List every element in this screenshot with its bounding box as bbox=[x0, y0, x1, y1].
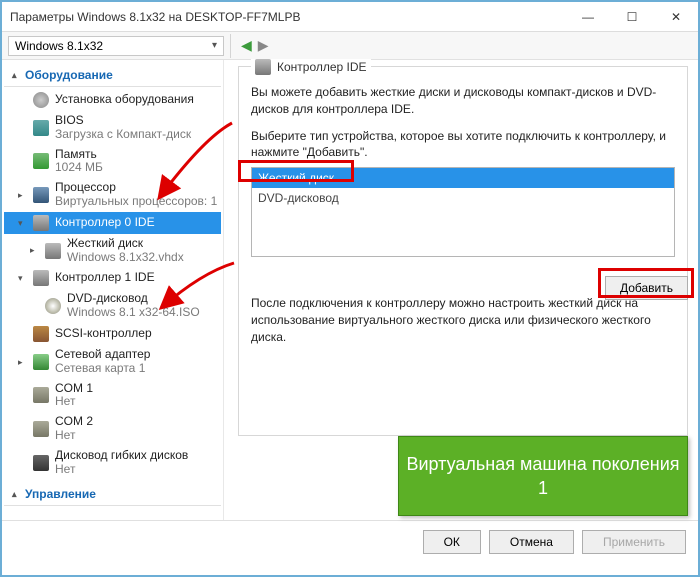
node-label: DVD-дисковод bbox=[67, 291, 148, 305]
ide-icon bbox=[33, 215, 49, 231]
window-title: Параметры Windows 8.1x32 на DESKTOP-FF7M… bbox=[10, 10, 300, 24]
apply-button[interactable]: Применить bbox=[582, 530, 686, 554]
node-sublabel: Нет bbox=[55, 463, 188, 477]
expand-icon[interactable]: ▸ bbox=[18, 357, 27, 367]
annotation-box-hdd bbox=[238, 160, 354, 182]
detail-panel: Контроллер IDE Вы можете добавить жестки… bbox=[224, 60, 698, 520]
node-sublabel: Сетевая карта 1 bbox=[55, 362, 150, 376]
ide-icon bbox=[33, 270, 49, 286]
expand-icon[interactable]: ▸ bbox=[18, 190, 27, 200]
collapse-icon: ▴ bbox=[12, 70, 21, 81]
dvd-icon bbox=[45, 298, 61, 314]
node-label: Сетевой адаптер bbox=[55, 347, 150, 361]
bios-icon bbox=[33, 120, 49, 136]
node-label: Процессор bbox=[55, 180, 116, 194]
body: ▴ Оборудование Установка оборудования BI… bbox=[2, 60, 698, 520]
node-memory[interactable]: Память 1024 МБ bbox=[4, 145, 221, 179]
hardware-icon bbox=[33, 92, 49, 108]
node-label: Установка оборудования bbox=[55, 93, 194, 107]
node-sublabel: Виртуальных процессоров: 1 bbox=[55, 195, 217, 209]
description-2: Выберите тип устройства, которое вы хоти… bbox=[251, 128, 675, 162]
node-label: Жесткий диск bbox=[67, 236, 143, 250]
node-ide0-hdd[interactable]: ▸ Жесткий диск Windows 8.1x32.vhdx bbox=[4, 234, 221, 268]
node-ide1-dvd[interactable]: DVD-дисковод Windows 8.1 x32-64.ISO bbox=[4, 289, 221, 323]
hint-text: После подключения к контроллеру можно на… bbox=[251, 295, 675, 345]
generation-callout: Виртуальная машина поколения 1 bbox=[398, 436, 688, 516]
collapse-icon: ▴ bbox=[12, 489, 21, 500]
vm-selector[interactable]: Windows 8.1x32 ▾ bbox=[8, 36, 224, 56]
fieldset-legend: Контроллер IDE bbox=[251, 59, 371, 75]
hdd-icon bbox=[45, 243, 61, 259]
dialog-buttons: ОК Отмена Применить bbox=[2, 520, 698, 562]
close-button[interactable]: ✕ bbox=[654, 2, 698, 32]
memory-icon bbox=[33, 153, 49, 169]
toolbar: Windows 8.1x32 ▾ ◀ ▶ bbox=[2, 32, 698, 60]
floppy-icon bbox=[33, 455, 49, 471]
fieldset: Контроллер IDE Вы можете добавить жестки… bbox=[238, 66, 688, 436]
titlebar: Параметры Windows 8.1x32 на DESKTOP-FF7M… bbox=[2, 2, 698, 32]
window-buttons: — ☐ ✕ bbox=[566, 2, 698, 32]
ok-button[interactable]: ОК bbox=[423, 530, 481, 554]
node-label: Дисковод гибких дисков bbox=[55, 448, 188, 462]
node-label: BIOS bbox=[55, 113, 84, 127]
section-hardware[interactable]: ▴ Оборудование bbox=[4, 64, 221, 87]
node-floppy[interactable]: Дисковод гибких дисков Нет bbox=[4, 446, 221, 480]
chevron-down-icon: ▾ bbox=[212, 40, 217, 51]
maximize-button[interactable]: ☐ bbox=[610, 2, 654, 32]
node-sublabel: Нет bbox=[55, 429, 93, 443]
node-sublabel: Windows 8.1 x32-64.ISO bbox=[67, 306, 200, 320]
node-net[interactable]: ▸ Сетевой адаптер Сетевая карта 1 bbox=[4, 345, 221, 379]
node-scsi[interactable]: SCSI-контроллер bbox=[4, 323, 221, 345]
node-ide0[interactable]: ▾ Контроллер 0 IDE bbox=[4, 212, 221, 234]
nav-back-icon[interactable]: ◀ bbox=[241, 37, 252, 54]
ide-icon bbox=[255, 59, 271, 75]
description-1: Вы можете добавить жесткие диски и диско… bbox=[251, 84, 675, 118]
vm-selector-label: Windows 8.1x32 bbox=[15, 39, 103, 53]
node-label: Память bbox=[55, 147, 97, 161]
com-icon bbox=[33, 387, 49, 403]
annotation-box-add bbox=[598, 268, 694, 298]
node-label: Контроллер 0 IDE bbox=[55, 216, 155, 230]
node-bios[interactable]: BIOS Загрузка с Компакт-диск bbox=[4, 111, 221, 145]
collapse-icon[interactable]: ▾ bbox=[18, 218, 27, 228]
section-management-label: Управление bbox=[25, 487, 96, 501]
section-hardware-label: Оборудование bbox=[25, 68, 113, 82]
node-ide1[interactable]: ▾ Контроллер 1 IDE bbox=[4, 267, 221, 289]
com-icon bbox=[33, 421, 49, 437]
collapse-icon[interactable]: ▾ bbox=[18, 273, 27, 283]
expand-icon[interactable]: ▸ bbox=[30, 245, 39, 255]
option-dvd[interactable]: DVD-дисковод bbox=[252, 188, 674, 208]
nav-forward-icon[interactable]: ▶ bbox=[258, 37, 269, 54]
node-cpu[interactable]: ▸ Процессор Виртуальных процессоров: 1 bbox=[4, 178, 221, 212]
minimize-button[interactable]: — bbox=[566, 2, 610, 32]
section-management[interactable]: ▴ Управление bbox=[4, 483, 221, 506]
cpu-icon bbox=[33, 187, 49, 203]
node-label: SCSI-контроллер bbox=[55, 327, 152, 341]
node-label: Контроллер 1 IDE bbox=[55, 271, 155, 285]
node-label: COM 2 bbox=[55, 414, 93, 428]
node-hw-install[interactable]: Установка оборудования bbox=[4, 89, 221, 111]
legend-text: Контроллер IDE bbox=[277, 60, 367, 74]
node-com1[interactable]: COM 1 Нет bbox=[4, 379, 221, 413]
node-sublabel: Загрузка с Компакт-диск bbox=[55, 128, 191, 142]
network-icon bbox=[33, 354, 49, 370]
nav-arrows: ◀ ▶ bbox=[231, 37, 279, 54]
node-sublabel: 1024 МБ bbox=[55, 161, 103, 175]
node-sublabel: Windows 8.1x32.vhdx bbox=[67, 251, 184, 265]
scsi-icon bbox=[33, 326, 49, 342]
node-com2[interactable]: COM 2 Нет bbox=[4, 412, 221, 446]
cancel-button[interactable]: Отмена bbox=[489, 530, 574, 554]
sidebar: ▴ Оборудование Установка оборудования BI… bbox=[2, 60, 224, 520]
node-sublabel: Нет bbox=[55, 395, 93, 409]
node-label: COM 1 bbox=[55, 381, 93, 395]
